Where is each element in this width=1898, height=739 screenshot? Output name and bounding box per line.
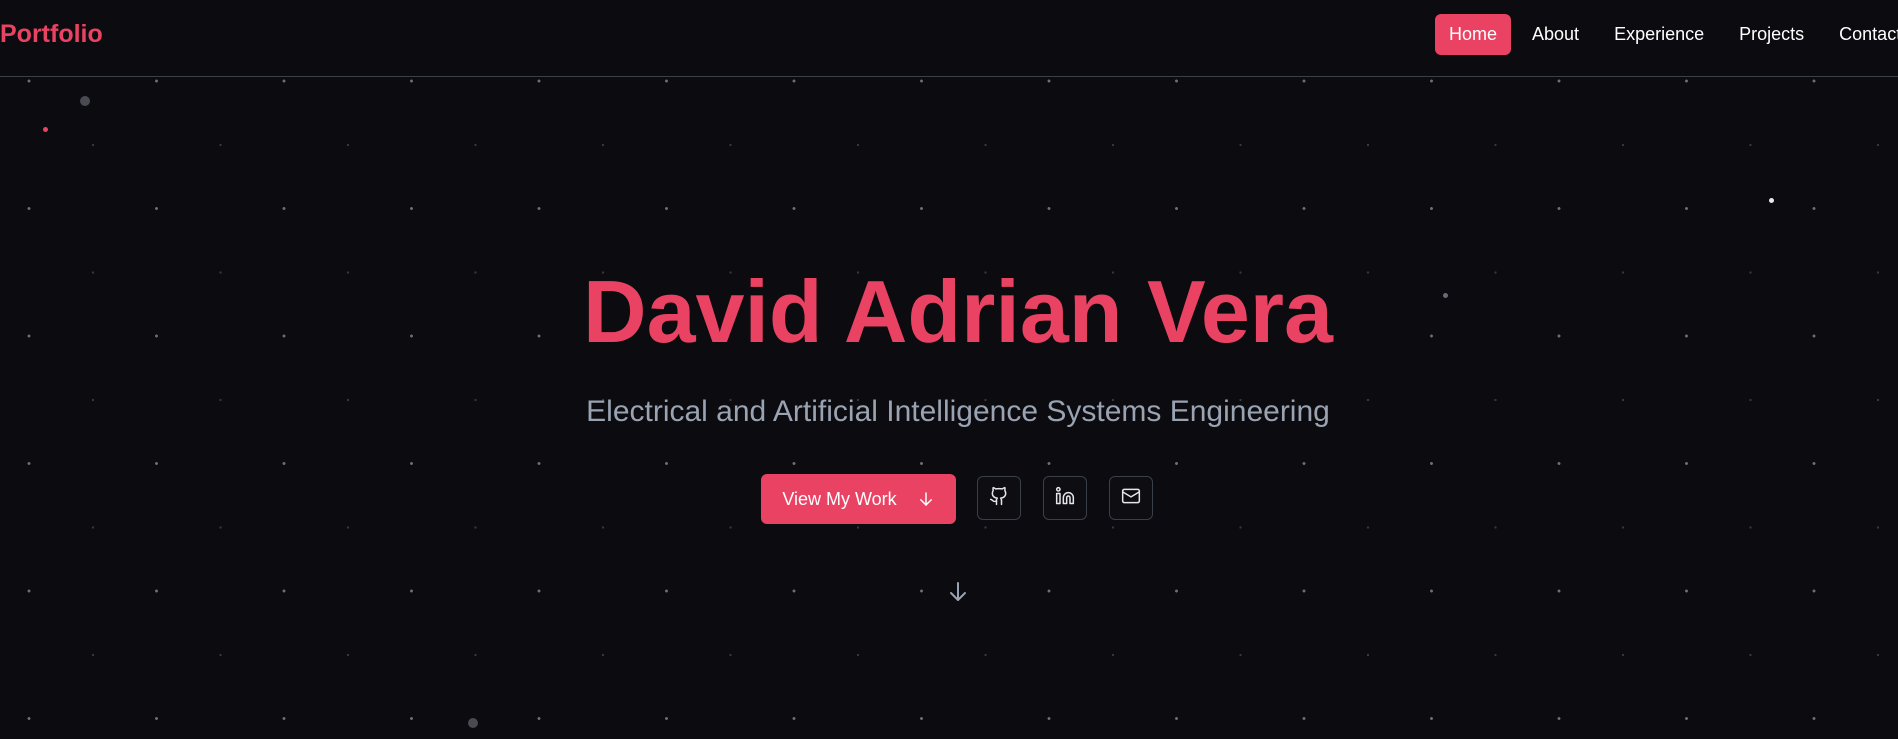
github-icon <box>989 486 1009 511</box>
linkedin-button[interactable] <box>1043 476 1087 520</box>
view-my-work-button[interactable]: View My Work <box>761 474 956 524</box>
navbar: Portfolio Home About Experience Projects… <box>0 0 1898 77</box>
particle <box>468 718 478 728</box>
hero-name: David Adrian Vera <box>583 262 1333 361</box>
arrow-down-icon <box>946 580 970 609</box>
page: Portfolio Home About Experience Projects… <box>0 0 1898 739</box>
nav-link-projects[interactable]: Projects <box>1725 14 1818 55</box>
particle <box>43 127 48 132</box>
arrow-down-icon <box>917 490 935 508</box>
particle <box>80 96 90 106</box>
email-button[interactable] <box>1109 476 1153 520</box>
cta-label: View My Work <box>782 488 897 509</box>
nav-links: Home About Experience Projects Contact <box>1435 14 1898 55</box>
nav-link-contact[interactable]: Contact <box>1825 14 1898 55</box>
linkedin-icon <box>1055 486 1075 511</box>
hero-subtitle: Electrical and Artificial Intelligence S… <box>586 395 1330 428</box>
nav-link-home[interactable]: Home <box>1435 14 1512 55</box>
particle <box>1769 198 1774 203</box>
brand-logo[interactable]: Portfolio <box>0 20 103 49</box>
mail-icon <box>1121 486 1141 511</box>
nav-link-about[interactable]: About <box>1518 14 1593 55</box>
github-button[interactable] <box>977 476 1021 520</box>
scroll-down-button[interactable] <box>946 580 970 609</box>
nav-link-experience[interactable]: Experience <box>1600 14 1718 55</box>
